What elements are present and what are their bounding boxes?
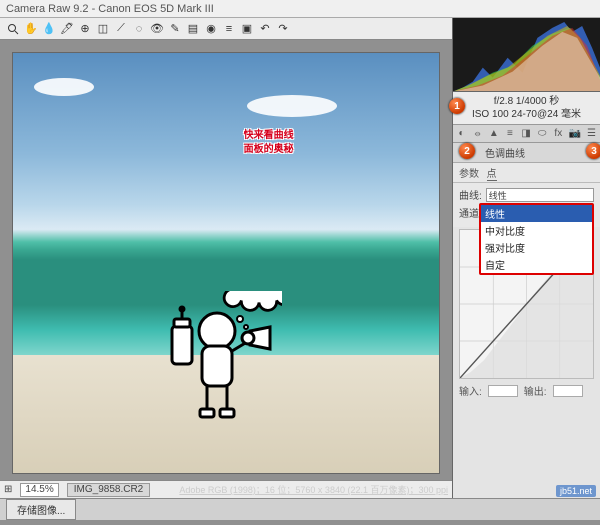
- straighten-icon[interactable]: ⟋: [114, 22, 128, 36]
- image-metadata[interactable]: Adobe RGB (1998)；16 位；5760 x 3840 (22.1 …: [179, 483, 448, 496]
- right-panel: 1 f/2.8 1/4000 秒 ISO 100 24-70@24 毫米 ◐ ⦵…: [452, 18, 600, 498]
- lens-tab-icon[interactable]: ⬭: [537, 128, 548, 140]
- zoom-grid-icon[interactable]: ⊞: [4, 484, 12, 495]
- preset-icon[interactable]: ≡: [222, 22, 236, 36]
- canvas-container: 快来看曲线 面板的奥秘: [0, 40, 452, 480]
- redeye-icon[interactable]: 👁: [150, 22, 164, 36]
- radial-icon[interactable]: ◉: [204, 22, 218, 36]
- exif-line1: f/2.8 1/4000 秒: [457, 95, 596, 108]
- tab-point[interactable]: 点: [487, 169, 497, 181]
- main-toolbar: ✋ 💧 🖊 ⊕ ◫ ⟋ ◌ 👁 ✎ ▤ ◉ ≡ ▣ ↶ ↷: [0, 18, 452, 40]
- exif-line2: ISO 100 24-70@24 毫米: [457, 108, 596, 121]
- app-footer: 存储图像...: [0, 498, 600, 520]
- rotate-cw-icon[interactable]: ↷: [276, 22, 290, 36]
- adjust-panel-tabs: ◐ ⦵ ▲ ≡ ◨ ⬭ fx 📷 ☰: [453, 125, 600, 143]
- dropdown-option[interactable]: 线性: [481, 205, 592, 222]
- watermark: jb51.net: [556, 485, 596, 497]
- input-label: 输入:: [459, 383, 482, 398]
- overlay-line1: 快来看曲线: [132, 129, 405, 143]
- gradient-icon[interactable]: ▤: [186, 22, 200, 36]
- curve-select[interactable]: 线性: [486, 188, 594, 202]
- callout-marker-3: 3: [586, 143, 600, 159]
- eyedropper-color-icon[interactable]: 🖊: [60, 22, 74, 36]
- input-value[interactable]: [488, 385, 518, 397]
- canvas-statusbar: ⊞ 14.5% IMG_9858.CR2 Adobe RGB (1998)；16…: [0, 480, 452, 498]
- dropdown-option[interactable]: 中对比度: [481, 222, 592, 239]
- curve-label: 曲线:: [459, 187, 482, 202]
- callout-marker-1: 1: [449, 98, 465, 114]
- window-titlebar: Camera Raw 9.2 - Canon EOS 5D Mark III: [0, 0, 600, 18]
- rotate-ccw-icon[interactable]: ↶: [258, 22, 272, 36]
- astronaut-illustration: [162, 291, 282, 431]
- workspace: ✋ 💧 🖊 ⊕ ◫ ⟋ ◌ 👁 ✎ ▤ ◉ ≡ ▣ ↶ ↷ 快: [0, 18, 600, 498]
- overlay-line2: 面板的奥秘: [132, 143, 405, 157]
- eyedropper-white-icon[interactable]: 💧: [42, 22, 56, 36]
- histogram[interactable]: [453, 18, 600, 92]
- camera-tab-icon[interactable]: 📷: [569, 128, 581, 140]
- image-canvas[interactable]: 快来看曲线 面板的奥秘: [12, 52, 440, 474]
- target-icon[interactable]: ⊕: [78, 22, 92, 36]
- zoom-icon[interactable]: [6, 22, 20, 36]
- overlay-text: 快来看曲线 面板的奥秘: [132, 129, 405, 157]
- curve-tab-icon[interactable]: ⦵: [472, 128, 483, 140]
- snapshot-icon[interactable]: ▣: [240, 22, 254, 36]
- dropdown-option[interactable]: 自定: [481, 256, 592, 273]
- panel-title: 色调曲线: [485, 149, 525, 160]
- dropdown-option[interactable]: 强对比度: [481, 239, 592, 256]
- exif-panel: 1 f/2.8 1/4000 秒 ISO 100 24-70@24 毫米: [453, 92, 600, 125]
- hand-icon[interactable]: ✋: [24, 22, 38, 36]
- filename-display: IMG_9858.CR2: [67, 483, 150, 497]
- save-image-button[interactable]: 存储图像...: [6, 499, 76, 520]
- curve-subtabs: 参数 点: [453, 163, 600, 183]
- panel-header: 2 色调曲线 3: [453, 143, 600, 163]
- curve-preset-dropdown[interactable]: 线性 中对比度 强对比度 自定: [479, 203, 594, 275]
- split-tab-icon[interactable]: ◨: [521, 128, 532, 140]
- cloud-deco: [247, 95, 337, 117]
- zoom-level[interactable]: 14.5%: [20, 483, 58, 497]
- preset-tab-icon[interactable]: ☰: [586, 128, 597, 140]
- spot-icon[interactable]: ◌: [132, 22, 146, 36]
- crop-icon[interactable]: ◫: [96, 22, 110, 36]
- callout-marker-2: 2: [459, 143, 475, 159]
- detail-tab-icon[interactable]: ▲: [488, 128, 499, 140]
- tab-parametric[interactable]: 参数: [459, 169, 479, 180]
- adjust-brush-icon[interactable]: ✎: [168, 22, 182, 36]
- basic-tab-icon[interactable]: ◐: [456, 128, 467, 140]
- curve-io-row: 输入: 输出:: [453, 381, 600, 400]
- hsl-tab-icon[interactable]: ≡: [504, 128, 515, 140]
- output-value[interactable]: [553, 385, 583, 397]
- curve-controls: 曲线: 线性 通道: 线性 中对比度 强对比度 自定: [453, 183, 600, 227]
- output-label: 输出:: [524, 383, 547, 398]
- fx-tab-icon[interactable]: fx: [553, 128, 564, 140]
- left-pane: ✋ 💧 🖊 ⊕ ◫ ⟋ ◌ 👁 ✎ ▤ ◉ ≡ ▣ ↶ ↷ 快: [0, 18, 452, 498]
